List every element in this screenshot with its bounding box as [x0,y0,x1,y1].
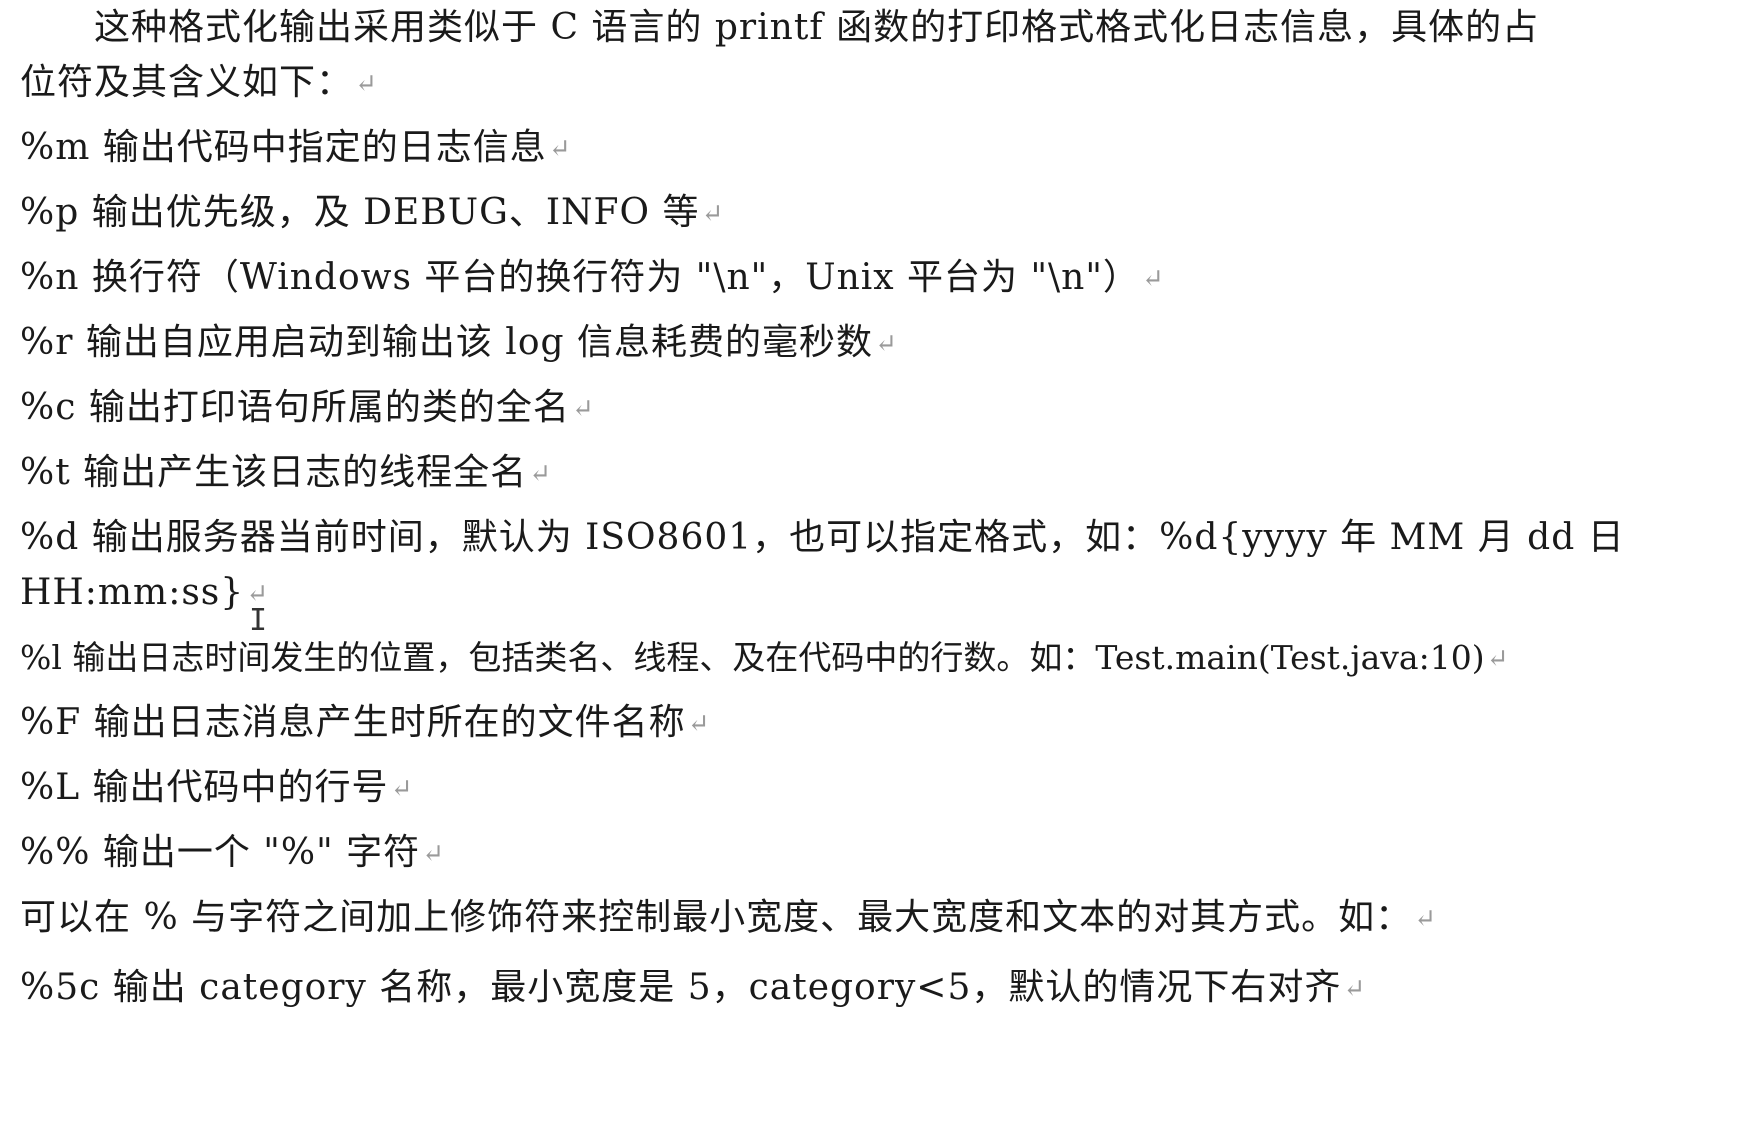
modifier-example-text: %5c 输出 category 名称，最小宽度是 5，category<5，默认… [20,967,1342,1008]
modifier-intro-text: 可以在 % 与字符之间加上修饰符来控制最小宽度、最大宽度和文本的对其方式。如： [20,897,1413,938]
paragraph-mark: ↵ [687,709,711,739]
placeholder-text: %m 输出代码中指定的日志信息 [20,127,547,168]
intro-text-1: 这种格式化输出采用类似于 C 语言的 printf 函数的打印格式格式化日志信息… [94,7,1540,48]
placeholder-d-continued: HH:mm:ss}↵ [20,568,1742,619]
intro-text-2: 位符及其含义如下： [20,62,354,103]
paragraph-mark: ↵ [529,459,552,489]
placeholder-t: %t 输出产生该日志的线程全名↵ [20,448,1742,499]
placeholder-r: %r 输出自应用启动到输出该 log 信息耗费的毫秒数↵ [20,318,1742,369]
placeholder-p: %p 输出优先级，及 DEBUG、INFO 等↵ [20,188,1742,239]
placeholder-text: %r 输出自应用启动到输出该 log 信息耗费的毫秒数 [20,322,873,363]
placeholder-c: %c 输出打印语句所属的类的全名↵ [20,383,1742,434]
paragraph-mark: ↵ [548,134,572,164]
paragraph-mark: ↵ [571,394,595,424]
paragraph-mark: ↵ [1343,974,1367,1004]
placeholder-text: %c 输出打印语句所属的类的全名 [20,387,570,428]
placeholder-F: %F 输出日志消息产生时所在的文件名称↵ [20,698,1742,749]
placeholder-text: HH:mm:ss} [20,572,245,613]
text-cursor-icon: I [249,603,268,638]
placeholder-text: %n 换行符（Windows 平台的换行符为 "\n"，Unix 平台为 "\n… [20,257,1140,298]
intro-line-2: 位符及其含义如下：↵ [20,58,1742,109]
placeholder-text: %d 输出服务器当前时间，默认为 ISO8601，也可以指定格式，如：%d{yy… [20,517,1625,558]
paragraph-mark: ↵ [1486,644,1509,674]
placeholder-percent: %% 输出一个 "%" 字符↵ [20,828,1742,879]
paragraph-mark: ↵ [874,329,898,359]
document-page: 这种格式化输出采用类似于 C 语言的 printf 函数的打印格式格式化日志信息… [0,0,1762,1146]
placeholder-l: %l 输出日志时间发生的位置，包括类名、线程、及在代码中的行数。如：Test.m… [20,633,1742,684]
placeholder-L: %L 输出代码中的行号↵ [20,763,1742,814]
paragraph-mark: ↵ [355,69,378,99]
placeholder-text: %p 输出优先级，及 DEBUG、INFO 等 [20,192,700,233]
paragraph-mark: ↵ [422,839,445,869]
paragraph-mark: ↵ [701,199,725,229]
modifier-example: %5c 输出 category 名称，最小宽度是 5，category<5，默认… [20,963,1742,1014]
paragraph-mark: ↵ [1141,264,1165,294]
paragraph-mark: ↵ [1414,904,1437,934]
paragraph-mark: ↵ [390,774,414,804]
placeholder-text: %F 输出日志消息产生时所在的文件名称 [20,702,686,743]
modifier-intro: 可以在 % 与字符之间加上修饰符来控制最小宽度、最大宽度和文本的对其方式。如：↵ [20,893,1742,944]
placeholder-text: %L 输出代码中的行号 [20,767,389,808]
placeholder-n: %n 换行符（Windows 平台的换行符为 "\n"，Unix 平台为 "\n… [20,253,1742,304]
placeholder-text: %% 输出一个 "%" 字符 [20,832,421,873]
placeholder-text: %l 输出日志时间发生的位置，包括类名、线程、及在代码中的行数。如：Test.m… [20,638,1485,677]
placeholder-m: %m 输出代码中指定的日志信息↵ [20,123,1742,174]
placeholder-text: %t 输出产生该日志的线程全名 [20,452,528,493]
placeholder-d: %d 输出服务器当前时间，默认为 ISO8601，也可以指定格式，如：%d{yy… [20,513,1742,563]
intro-line-1: 这种格式化输出采用类似于 C 语言的 printf 函数的打印格式格式化日志信息… [94,3,1742,53]
